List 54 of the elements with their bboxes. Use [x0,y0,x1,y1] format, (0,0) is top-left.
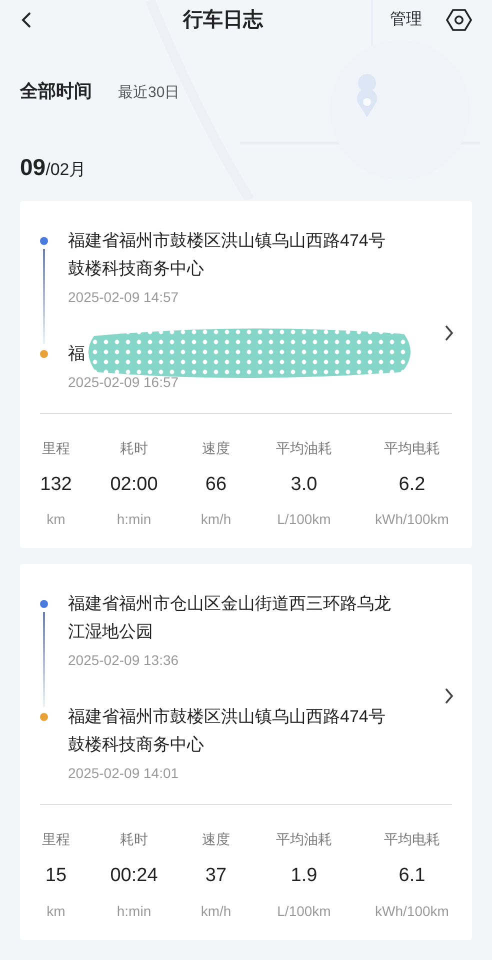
stat-value: 1.9 [290,864,318,888]
stat-label: 平均电耗 [383,830,441,849]
stat-value: 3.0 [290,472,318,496]
address-text: 福建省福州市仓山区金山街道西三环路乌龙江湿地公园 [68,593,392,643]
manage-button[interactable]: 管理 [390,8,422,32]
stat-label: 耗时 [119,830,149,849]
stat-unit: km [46,902,66,920]
stat-label: 耗时 [119,438,149,458]
stat-unit: km/h [200,902,232,920]
stat-value: 6.2 [398,472,426,496]
settings-icon[interactable] [446,8,472,32]
stat-unit: kWh/100km [374,510,450,529]
time-text: 2025-02-09 13:36 [68,651,180,670]
stat-value: 00:24 [109,864,159,888]
stat-label: 速度 [201,830,231,849]
stat-value: 37 [204,864,228,888]
stat-unit: L/100km [276,510,332,529]
chevron-right-icon[interactable] [444,324,454,342]
address-text: 福建省福州市鼓楼区洪山镇乌山西路474号鼓楼科技商务中心 [68,706,386,756]
time-filter-tab[interactable]: 最近30日 [118,82,180,104]
time-text: 2025-02-09 16:57 [68,372,180,392]
stat-value: 6.1 [398,864,426,888]
stat-value: 02:00 [109,472,159,496]
start-dot [40,600,48,608]
stat-label: 平均油耗 [275,830,333,849]
stat-unit: km [46,510,66,529]
stat-label: 里程 [41,438,71,458]
stat-label: 平均油耗 [275,438,333,458]
end-dot [40,713,48,721]
time-filter-tab[interactable]: 全部时间 [20,78,92,105]
stat-value: 15 [44,864,68,888]
end-dot [40,350,48,358]
start-dot [40,236,48,244]
address-text: 福 [68,342,85,364]
time-text: 2025-02-09 14:01 [68,764,180,783]
month-label: /02月 [46,159,86,181]
back-icon[interactable] [20,11,32,29]
stat-unit: kWh/100km [374,902,450,920]
trip-card[interactable]: 福建省福州市鼓楼区洪山镇乌山西路474号鼓楼科技商务中心 2025-02-09 14:57 福 2025-02-09 16:57 里程 132 km 耗时 02:00 h:min 速度 66 km/h 平均油耗 3.0 L/100km 平均电耗 6.2 kWh/100km [20,200,472,548]
stat-unit: h:min [116,902,152,920]
stat-value: 132 [39,472,73,496]
chevron-right-icon[interactable] [444,687,454,705]
stat-label: 里程 [41,830,71,849]
time-text: 2025-02-09 14:57 [68,288,180,306]
address-text: 福建省福州市鼓楼区洪山镇乌山西路474号鼓楼科技商务中心 [68,230,386,280]
trip-card[interactable]: 福建省福州市仓山区金山街道西三环路乌龙江湿地公园 2025-02-09 13:36 福建省福州市鼓楼区洪山镇乌山西路474号鼓楼科技商务中心 2025-02-09 14:01 里程 15 km 耗时 00:24 h:min 速度 37 km/h 平均油耗 1.9 L/100km 平均电耗 6.1 kWh/100km [20,564,472,940]
stat-unit: km/h [200,510,232,529]
stat-unit: h:min [116,510,152,529]
page-title: 行车日志 [183,8,263,33]
stat-unit: L/100km [276,902,332,920]
day-number: 09 [20,153,46,182]
stat-label: 速度 [201,438,231,458]
stat-value: 66 [204,472,228,496]
stat-label: 平均电耗 [383,438,441,458]
